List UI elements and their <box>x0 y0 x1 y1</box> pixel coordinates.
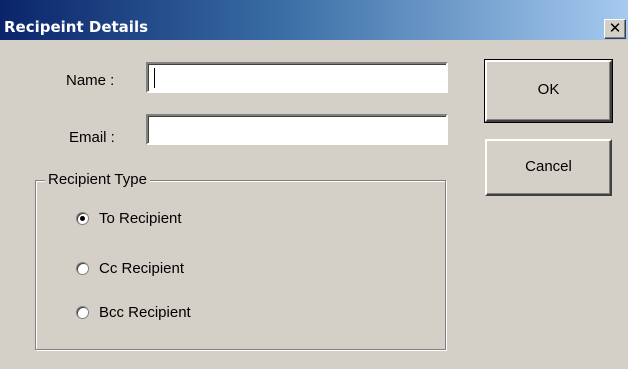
radio-label-cc: Cc Recipient <box>99 259 185 277</box>
recipient-details-dialog: Recipeint Details ✕ Name : Email : OK Ca… <box>0 0 628 369</box>
radio-bcc-recipient[interactable]: Bcc Recipient <box>76 302 191 322</box>
radio-cc-recipient[interactable]: Cc Recipient <box>76 258 184 278</box>
email-input[interactable] <box>146 114 448 145</box>
email-label: Email : <box>69 129 115 146</box>
text-caret <box>154 68 155 88</box>
close-icon: ✕ <box>608 19 622 37</box>
radio-to-recipient[interactable]: To Recipient <box>76 208 182 228</box>
dialog-title: Recipeint Details <box>4 18 149 36</box>
close-button[interactable]: ✕ <box>604 19 626 39</box>
name-label: Name : <box>66 72 115 89</box>
radio-button[interactable] <box>76 305 89 319</box>
radio-button[interactable] <box>76 261 89 275</box>
cancel-button[interactable]: Cancel <box>485 139 612 196</box>
recipient-type-legend: Recipient Type <box>45 171 150 188</box>
radio-label-to: To Recipient <box>99 209 182 227</box>
radio-label-bcc: Bcc Recipient <box>99 303 191 321</box>
name-input[interactable] <box>146 62 448 93</box>
title-bar[interactable]: Recipeint Details ✕ <box>0 0 628 40</box>
ok-button[interactable]: OK <box>484 59 613 123</box>
radio-selected-dot <box>80 215 85 221</box>
radio-button[interactable] <box>76 211 89 225</box>
